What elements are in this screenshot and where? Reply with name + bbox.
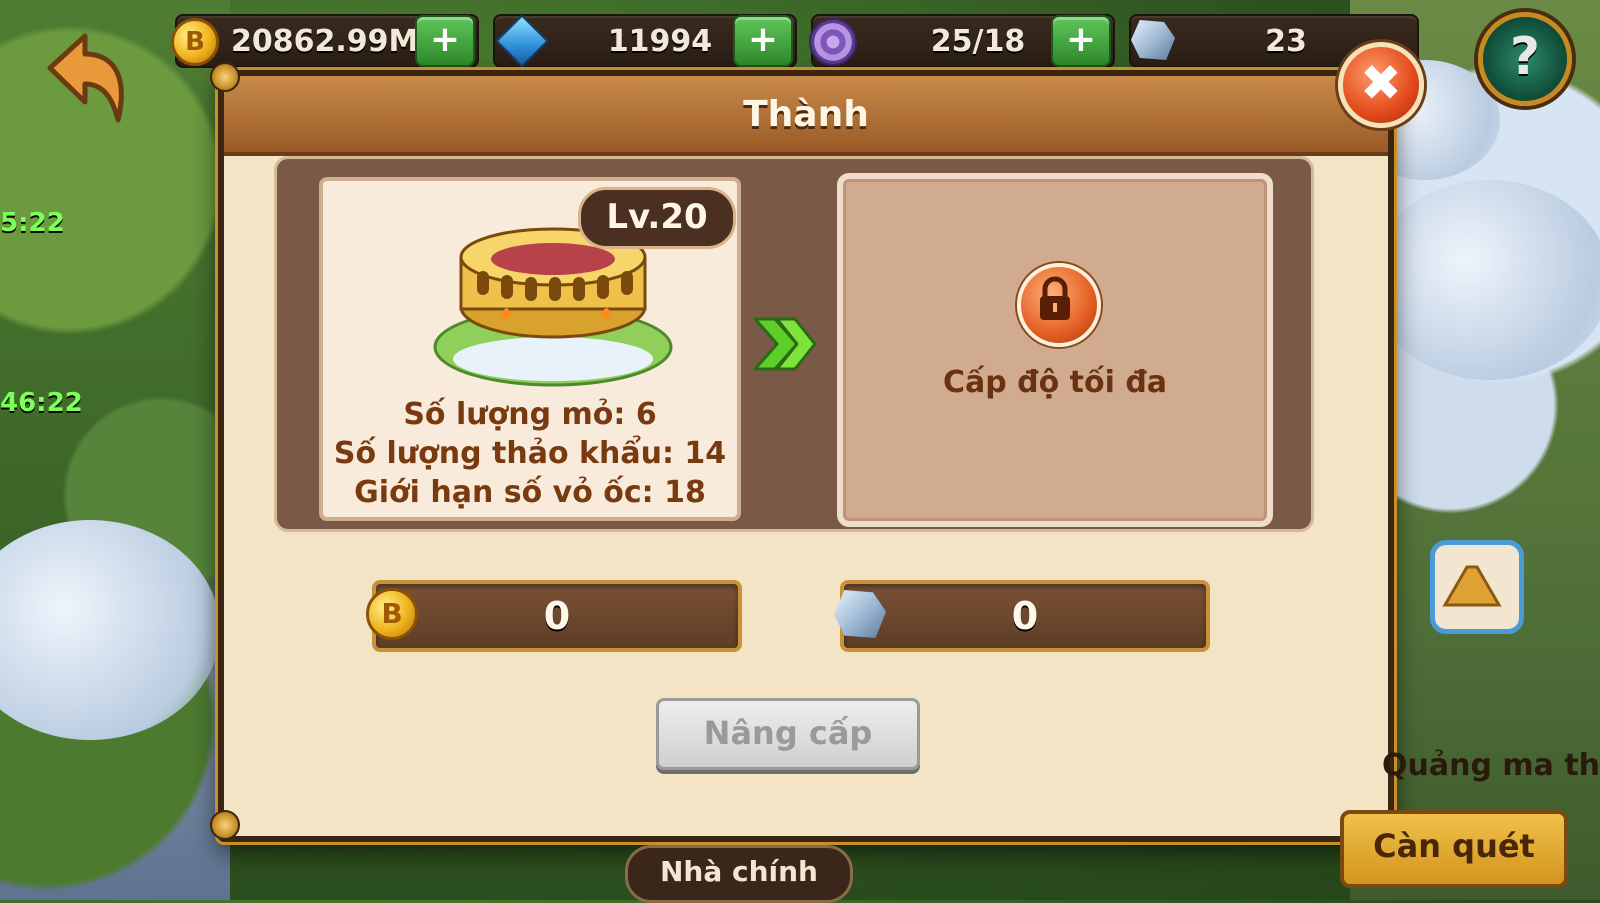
lock-badge — [1017, 263, 1101, 347]
ore-cost-box: 0 — [834, 580, 1210, 652]
corner-ornament — [210, 810, 240, 840]
main-house-label[interactable]: Nhà chính — [625, 845, 853, 903]
blue-gem-icon — [495, 14, 549, 68]
energy-amount: 25/18 — [930, 24, 1026, 59]
gold-amount: 20862.99M — [231, 24, 419, 59]
gold-cost-box: B 0 — [366, 580, 742, 652]
gem-amount: 11994 — [607, 24, 713, 59]
magic-square-label: Quảng ma thuật — [1382, 748, 1600, 783]
gold-cost-value: 0 — [543, 594, 571, 638]
next-level-card: Cấp độ tối đa — [837, 173, 1273, 527]
back-arrow-icon[interactable] — [40, 28, 130, 128]
double-chevron-right-icon — [753, 317, 817, 371]
padlock-icon — [1040, 276, 1070, 320]
add-gem-button[interactable]: + — [733, 15, 793, 67]
map-timer: 46:22 — [0, 388, 83, 418]
swirl-icon — [809, 18, 857, 66]
volcano-icon — [1442, 565, 1502, 607]
max-level-text: Cấp độ tối đa — [942, 365, 1168, 400]
sweep-button[interactable]: Càn quét — [1340, 810, 1568, 888]
gold-coin-icon: B — [171, 18, 219, 66]
cloud-decoration — [1370, 180, 1600, 380]
map-background-left — [0, 0, 230, 900]
dialog-title: Thành — [743, 94, 869, 135]
question-icon: ? — [1509, 27, 1541, 87]
building-stats: Số lượng mỏ: 6 Số lượng thảo khẩu: 14 Gi… — [323, 395, 737, 512]
corner-ornament — [210, 62, 240, 92]
volcano-building-bubble[interactable] — [1430, 540, 1524, 634]
ore-cost-value: 0 — [1011, 594, 1039, 638]
current-level-card: Lv.20 Số lượng mỏ: 6 Số lượng thảo khẩu:… — [319, 177, 741, 521]
stat-herbs: Số lượng thảo khẩu: 14 — [333, 436, 727, 471]
resource-bar: B 20862.99M + 11994 + 25/18 + 23 — [171, 14, 1420, 68]
help-button[interactable]: ? — [1478, 12, 1572, 106]
map-timer: 5:22 — [0, 208, 65, 238]
dialog-title-bar: Thành — [224, 76, 1388, 156]
stat-mines: Số lượng mỏ: 6 — [403, 397, 657, 432]
ore-amount: 23 — [1265, 24, 1307, 59]
building-dialog: Thành Lv.20 Số lượng mỏ: 6 Số lượng thảo… — [210, 62, 1394, 842]
ore-crystal-icon — [1131, 20, 1175, 60]
upgrade-button[interactable]: Nâng cấp — [656, 698, 920, 770]
add-energy-button[interactable]: + — [1051, 15, 1111, 67]
add-gold-button[interactable]: + — [415, 15, 475, 67]
close-icon: ✖ — [1360, 54, 1402, 112]
stat-shell-limit: Giới hạn số vỏ ốc: 18 — [354, 475, 706, 510]
level-badge: Lv.20 — [578, 187, 736, 249]
level-compare-panel: Lv.20 Số lượng mỏ: 6 Số lượng thảo khẩu:… — [274, 156, 1314, 532]
close-button[interactable]: ✖ — [1338, 42, 1424, 128]
